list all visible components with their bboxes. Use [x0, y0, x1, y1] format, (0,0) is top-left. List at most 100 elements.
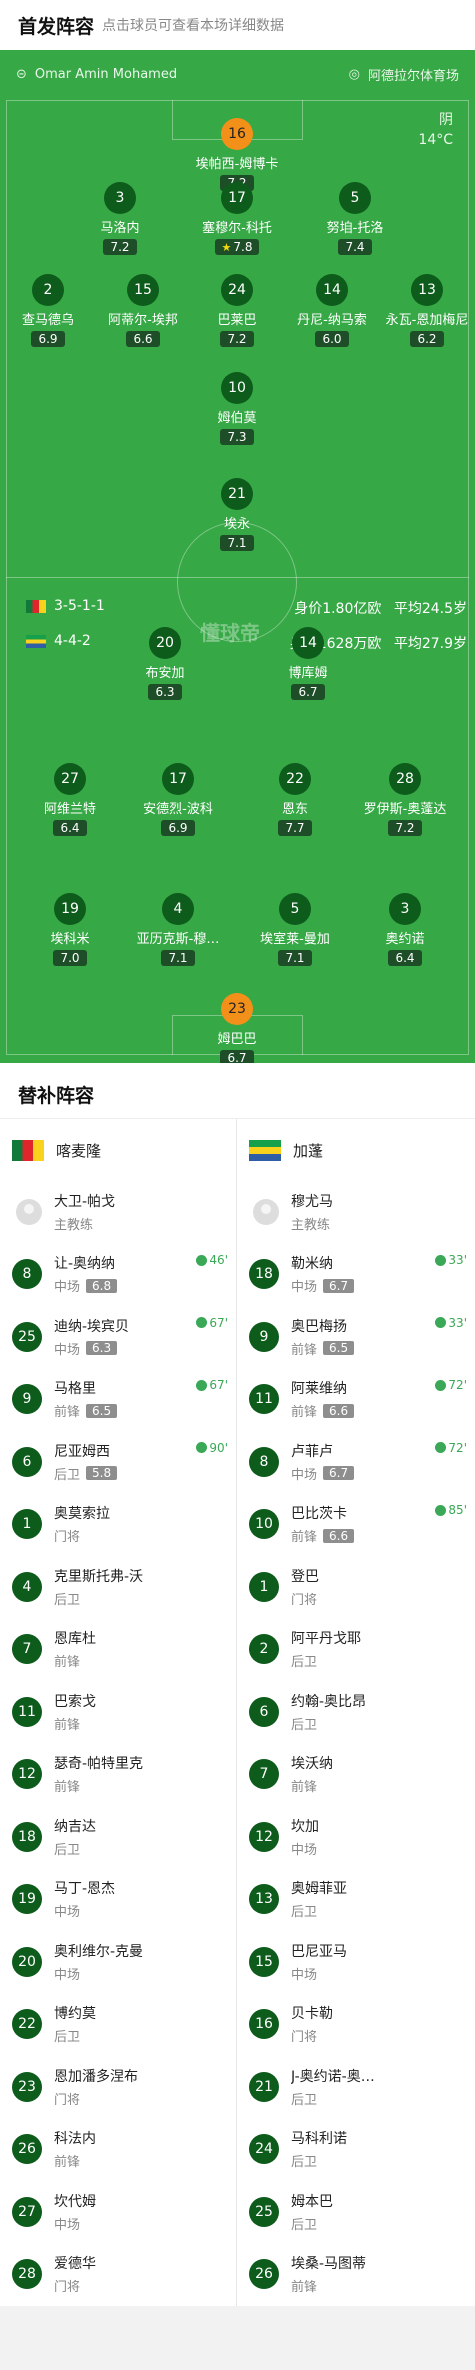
sub-player-row[interactable]: 2 阿平丹戈耶 后卫	[237, 1618, 475, 1681]
sub-player-meta: 前锋 6.5	[54, 1401, 118, 1420]
home-team-header[interactable]: 喀麦隆	[0, 1119, 236, 1181]
sub-on-icon	[196, 1254, 208, 1266]
home-coach[interactable]: 大卫-帕戈 主教练	[0, 1181, 236, 1243]
sub-player-row[interactable]: 28 爱德华 门将	[0, 2243, 236, 2306]
home-player[interactable]: 3 马洛内 7.2	[65, 182, 175, 255]
sub-player-position: 中场	[54, 2217, 81, 2233]
away-player[interactable]: 4 亚历克斯-穆… 7.1	[123, 893, 233, 966]
sub-player-row[interactable]: 10 巴比茨卡 前锋 6.6 85'	[237, 1493, 475, 1556]
sub-player-row[interactable]: 12 瑟奇-帕特里克 前锋	[0, 1743, 236, 1806]
sub-player-row[interactable]: 24 马科利诺 后卫	[237, 2118, 475, 2181]
away-coach[interactable]: 穆尤马 主教练	[237, 1181, 475, 1243]
sub-player-row[interactable]: 7 埃沃纳 前锋	[237, 1743, 475, 1806]
away-player[interactable]: 3 奥约诺 6.4	[350, 893, 460, 966]
sub-player-row[interactable]: 18 纳吉达 后卫	[0, 1806, 236, 1869]
sub-player-name: 尼亚姆西	[54, 1443, 110, 1460]
sub-player-number: 8	[12, 1259, 42, 1290]
player-rating-value: 6.6	[133, 332, 153, 346]
sub-player-row[interactable]: 20 奥利维尔-克曼 中场	[0, 1931, 236, 1994]
weather: 阴 14°C	[418, 110, 453, 150]
player-name: 永瓦-恩加梅尼	[385, 313, 469, 328]
sub-player-meta: 中场	[54, 1964, 143, 1983]
sub-on-icon	[196, 1379, 208, 1391]
sub-player-name: 克里斯托弗-沃	[54, 1568, 144, 1585]
sub-player-row[interactable]: 1 登巴 门将	[237, 1556, 475, 1619]
sub-on-marker: 33'	[435, 1316, 467, 1330]
sub-player-rating: 6.6	[323, 1403, 355, 1418]
sub-player-position: 门将	[54, 2280, 81, 2296]
away-player[interactable]: 19 埃科米 7.0	[15, 893, 125, 966]
sub-player-position: 前锋	[54, 2155, 81, 2171]
home-player[interactable]: 5 努垍-托洛 7.4	[300, 182, 410, 255]
player-rating: 7.1	[220, 535, 254, 551]
player-number: 3	[104, 182, 136, 214]
sub-player-info: 奥莫索拉 门将	[54, 1503, 110, 1545]
sub-on-time: 85'	[448, 1503, 467, 1517]
referee-name: Omar Amin Mohamed	[34, 66, 178, 82]
sub-player-meta: 门将	[291, 2026, 333, 2045]
sub-player-row[interactable]: 19 马丁-恩杰 中场	[0, 1868, 236, 1931]
away-player[interactable]: 20 布安加 6.3	[110, 627, 220, 700]
sub-player-row[interactable]: 6 尼亚姆西 后卫 5.8 90'	[0, 1431, 236, 1494]
sub-player-row[interactable]: 26 科法内 前锋	[0, 2118, 236, 2181]
away-player[interactable]: 28 罗伊斯-奥蓬达 7.2	[350, 763, 460, 836]
sub-player-meta: 中场 6.7	[291, 1464, 355, 1483]
sub-player-position: 后卫	[291, 1655, 318, 1671]
home-player[interactable]: 16埃帕西-姆博卡7.2	[182, 118, 292, 191]
sub-on-marker: 67'	[196, 1316, 228, 1330]
sub-player-number: 26	[249, 2259, 279, 2290]
sub-player-row[interactable]: 22 博约莫 后卫	[0, 1993, 236, 2056]
sub-player-info: 奥利维尔-克曼 中场	[54, 1941, 143, 1983]
sub-player-row[interactable]: 1 奥莫索拉 门将	[0, 1493, 236, 1556]
away-player[interactable]: 5 埃室莱-曼加 7.1	[240, 893, 350, 966]
sub-player-row[interactable]: 4 克里斯托弗-沃 后卫	[0, 1556, 236, 1619]
sub-player-row[interactable]: 21 J-奥约诺-奥… 后卫	[237, 2056, 475, 2119]
home-player[interactable]: 14 丹尼-纳马索 6.0	[277, 274, 387, 347]
sub-player-row[interactable]: 7 恩库杜 前锋	[0, 1618, 236, 1681]
sub-player-row[interactable]: 23 恩加潘多涅布 门将	[0, 2056, 236, 2119]
sub-player-row[interactable]: 15 巴尼亚马 中场	[237, 1931, 475, 1994]
sub-player-row[interactable]: 16 贝卡勒 门将	[237, 1993, 475, 2056]
sub-player-row[interactable]: 8 让-奥纳纳 中场 6.8 46'	[0, 1243, 236, 1306]
sub-player-row[interactable]: 27 坎代姆 中场	[0, 2181, 236, 2244]
sub-player-number: 8	[249, 1446, 279, 1477]
sub-on-marker: 90'	[196, 1441, 228, 1455]
home-player[interactable]: 10 姆伯莫 7.3	[182, 372, 292, 445]
home-coach-name: 大卫-帕戈	[54, 1194, 116, 1210]
sub-player-row[interactable]: 25 姆本巴 后卫	[237, 2181, 475, 2244]
home-player[interactable]: 13 永瓦-恩加梅尼 6.2	[372, 274, 475, 347]
sub-player-row[interactable]: 26 埃桑-马图蒂 前锋	[237, 2243, 475, 2306]
away-player[interactable]: 17 安德烈-波科 6.9	[123, 763, 233, 836]
sub-player-row[interactable]: 12 坎加 中场	[237, 1806, 475, 1869]
home-age: 平均24.5岁	[393, 601, 467, 617]
sub-player-info: 巴尼亚马 中场	[291, 1941, 347, 1983]
sub-player-name: 姆本巴	[291, 2193, 333, 2210]
sub-player-row[interactable]: 9 马格里 前锋 6.5 67'	[0, 1368, 236, 1431]
sub-player-row[interactable]: 6 约翰-奥比昂 后卫	[237, 1681, 475, 1744]
player-rating: 7.0	[53, 950, 87, 966]
sub-player-row[interactable]: 25 迪纳-埃宾贝 中场 6.3 67'	[0, 1306, 236, 1369]
gabon-flag-icon	[26, 634, 46, 648]
home-player[interactable]: 24 巴莱巴 7.2	[182, 274, 292, 347]
sub-player-info: 尼亚姆西 后卫 5.8	[54, 1441, 118, 1483]
sub-player-row[interactable]: 8 卢菲卢 中场 6.7 72'	[237, 1431, 475, 1494]
sub-player-meta: 中场	[54, 1901, 115, 1920]
sub-player-meta: 后卫	[291, 1714, 366, 1733]
sub-player-row[interactable]: 11 阿莱维纳 前锋 6.6 72'	[237, 1368, 475, 1431]
sub-player-row[interactable]: 9 奥巴梅扬 前锋 6.5 33'	[237, 1306, 475, 1369]
away-player[interactable]: 22 恩东 7.7	[240, 763, 350, 836]
home-player[interactable]: 21 埃永 7.1	[182, 478, 292, 551]
away-player[interactable]: 23 姆巴巴 6.7	[182, 993, 292, 1063]
sub-player-position: 前锋	[291, 1780, 318, 1796]
player-number: 20	[149, 627, 181, 659]
away-player[interactable]: 14 博库姆 6.7	[253, 627, 363, 700]
sub-player-row[interactable]: 11 巴索戈 前锋	[0, 1681, 236, 1744]
sub-player-position: 后卫	[291, 2092, 318, 2108]
sub-player-row[interactable]: 13 奥姆菲亚 后卫	[237, 1868, 475, 1931]
sub-player-position: 门将	[291, 1592, 318, 1608]
sub-player-row[interactable]: 18 勒米纳 中场 6.7 33'	[237, 1243, 475, 1306]
away-player[interactable]: 27 阿维兰特 6.4	[15, 763, 125, 836]
sub-on-time: 72'	[448, 1378, 467, 1392]
away-team-header[interactable]: 加蓬	[237, 1119, 475, 1181]
home-player[interactable]: 17 塞穆尔-科托 ★ 7.8	[182, 182, 292, 255]
